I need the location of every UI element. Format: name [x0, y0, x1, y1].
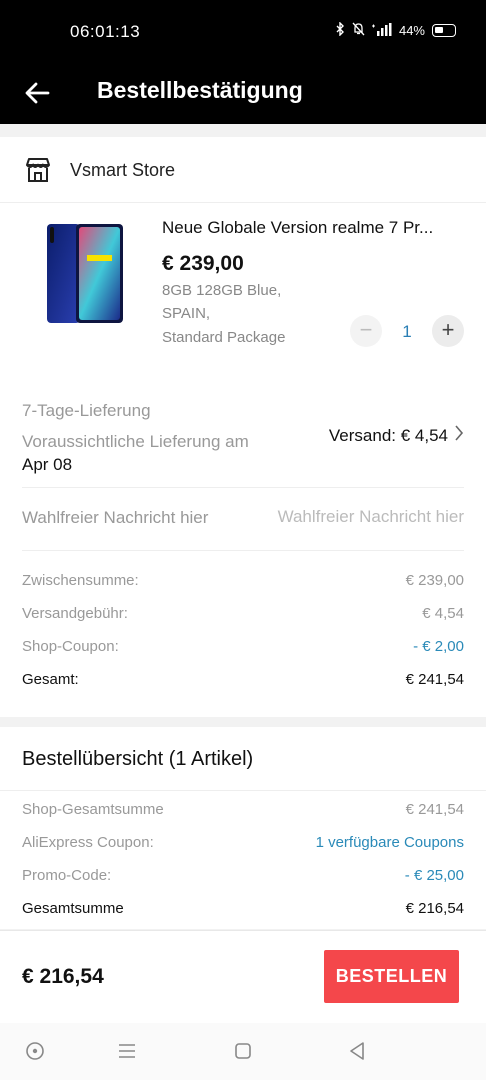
quantity-value: 1 [402, 322, 412, 341]
message-input[interactable] [246, 503, 464, 531]
shipping-selector[interactable]: Versand: € 4,54 [329, 424, 464, 447]
store-row[interactable]: Vsmart Store [0, 137, 486, 203]
chevron-right-icon [454, 424, 464, 447]
menu-nav-button[interactable] [116, 1040, 140, 1062]
square-icon [235, 1043, 251, 1059]
divider [0, 790, 486, 791]
shop-coupon-label: Shop-Coupon: [22, 638, 119, 655]
subtotal-row: Zwischensumme: € 239,00 [22, 572, 464, 589]
store-icon [24, 156, 52, 184]
delivery-estimate-date: Apr 08 [22, 455, 73, 474]
shop-total-row: Shop-Gesamtsumme € 241,54 [22, 801, 464, 818]
delivery-estimate-label: Voraussichtliche Lieferung am [22, 432, 249, 451]
shipping-fee-value: € 4,54 [422, 605, 464, 622]
aliexpress-coupon-link[interactable]: 1 verfügbare Coupons [316, 834, 464, 851]
back-nav-button[interactable] [346, 1040, 370, 1062]
battery-icon [432, 24, 456, 37]
checkout-total: € 216,54 [22, 965, 104, 988]
home-nav-button[interactable] [232, 1040, 256, 1062]
status-time: 06:01:13 [70, 22, 141, 41]
shop-coupon-row[interactable]: Shop-Coupon: - € 2,00 [22, 638, 464, 655]
shop-total-label: Shop-Gesamtsumme [22, 801, 164, 818]
product-variant-line: SPAIN, [162, 305, 211, 322]
place-order-button[interactable]: BESTELLEN [324, 950, 459, 1003]
divider [22, 550, 464, 551]
app-bar: Bestellbestätigung [0, 64, 486, 124]
promo-code-value: - € 25,00 [404, 867, 464, 884]
product-variant-line: Standard Package [162, 329, 286, 346]
page-title: Bestellbestätigung [97, 77, 303, 103]
system-nav-bar [0, 1023, 486, 1080]
battery-percent: 44% [398, 23, 425, 38]
product-price: € 239,00 [162, 252, 244, 275]
overview-title: Bestellübersicht (1 Artikel) [22, 748, 254, 770]
aliexpress-coupon-label: AliExpress Coupon: [22, 834, 154, 851]
back-button[interactable] [22, 76, 56, 110]
shipping-cost: Versand: € 4,54 [328, 425, 448, 445]
shop-coupon-value: - € 2,00 [413, 638, 464, 655]
total-row: Gesamt: € 241,54 [22, 671, 464, 688]
order-overview-card: Bestellübersicht (1 Artikel) Shop-Gesamt… [0, 727, 486, 929]
menu-icon [119, 1044, 135, 1058]
quantity-decrease-button[interactable]: − [350, 315, 382, 347]
product-title[interactable]: Neue Globale Version realme 7 Pr... [162, 218, 462, 238]
circle-dot-icon [26, 1042, 44, 1060]
store-order-card: Vsmart Store Neue Globale Version realme… [0, 137, 486, 717]
signal-icon [371, 22, 392, 39]
product-variant-line: 8GB 128GB Blue, [162, 282, 282, 299]
shipping-fee-row: Versandgebühr: € 4,54 [22, 605, 464, 622]
back-arrow-icon [25, 82, 50, 104]
product-image[interactable] [46, 223, 124, 325]
assistant-nav-button[interactable] [24, 1040, 48, 1062]
divider [22, 487, 464, 488]
promo-code-row[interactable]: Promo-Code: - € 25,00 [22, 867, 464, 884]
status-bar: 06:01:13 44% [0, 0, 486, 64]
shipping-fee-label: Versandgebühr: [22, 605, 128, 622]
message-label: Wahlfreier Nachricht hier [22, 508, 209, 527]
delivery-method-label: 7-Tage-Lieferung [22, 401, 151, 420]
total-label: Gesamt: [22, 671, 79, 688]
aliexpress-coupon-row[interactable]: AliExpress Coupon: 1 verfügbare Coupons [22, 834, 464, 851]
subtotal-value: € 239,00 [405, 572, 464, 589]
mute-bell-icon [352, 22, 365, 39]
total-value: € 241,54 [405, 671, 464, 688]
subtotal-label: Zwischensumme: [22, 572, 139, 589]
grand-total-row: Gesamtsumme € 216,54 [22, 900, 464, 917]
quantity-increase-button[interactable]: + [432, 315, 464, 347]
triangle-back-icon [350, 1042, 364, 1060]
checkout-bar: € 216,54 BESTELLEN [0, 930, 486, 1023]
shop-total-value: € 241,54 [405, 801, 464, 818]
bluetooth-icon [335, 21, 345, 39]
store-name: Vsmart Store [70, 160, 176, 180]
grand-total-value: € 216,54 [405, 900, 464, 917]
promo-code-label: Promo-Code: [22, 867, 112, 884]
grand-total-label: Gesamtsumme [22, 900, 124, 917]
status-icons: 44% [335, 21, 456, 39]
